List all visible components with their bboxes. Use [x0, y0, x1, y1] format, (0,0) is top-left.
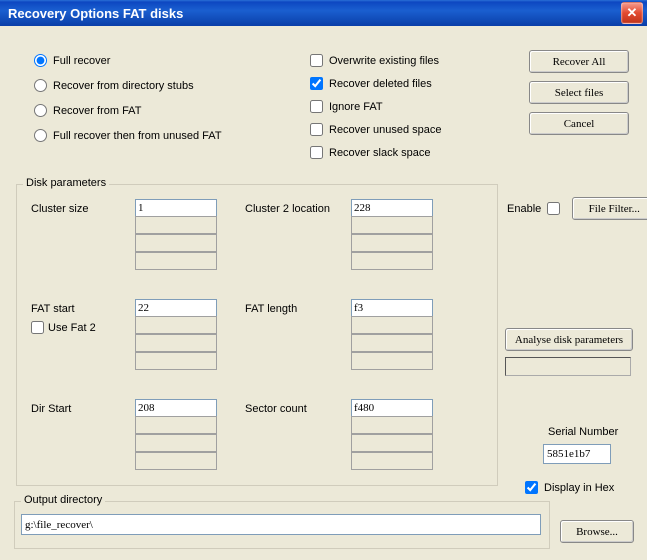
fat-start-ro-3	[135, 352, 217, 370]
close-button[interactable]: ✕	[621, 2, 643, 24]
output-directory-legend: Output directory	[21, 494, 105, 506]
check-slack-space[interactable]: Recover slack space	[310, 146, 442, 159]
radio-full-recover-input[interactable]	[34, 54, 47, 67]
check-unused-space-label: Recover unused space	[329, 124, 442, 136]
fat-start-input[interactable]	[135, 299, 217, 317]
output-directory-input[interactable]	[21, 514, 541, 535]
fat-length-ro-3	[351, 352, 433, 370]
serial-number-input[interactable]	[543, 444, 611, 464]
dir-start-stack	[135, 399, 217, 470]
fat-start-label: FAT start	[31, 303, 75, 315]
radio-full-then-unused-label: Full recover then from unused FAT	[53, 130, 222, 142]
check-overwrite-input[interactable]	[310, 54, 323, 67]
enable-row: Enable File Filter...	[507, 197, 647, 220]
sector-count-label: Sector count	[245, 403, 307, 415]
analyse-result-box	[505, 357, 631, 376]
check-slack-space-label: Recover slack space	[329, 147, 431, 159]
display-hex-input[interactable]	[525, 481, 538, 494]
fat-start-ro-1	[135, 316, 217, 334]
cluster-size-ro-2	[135, 234, 217, 252]
radio-full-then-unused[interactable]: Full recover then from unused FAT	[34, 129, 222, 142]
display-hex-label: Display in Hex	[544, 482, 614, 494]
close-icon: ✕	[627, 5, 638, 21]
sector-count-stack	[351, 399, 433, 470]
use-fat2-input[interactable]	[31, 321, 44, 334]
output-directory-fieldset: Output directory	[14, 501, 550, 549]
sector-count-input[interactable]	[351, 399, 433, 417]
fat-start-stack	[135, 299, 217, 370]
dialog-body: Full recover Recover from directory stub…	[0, 26, 647, 560]
use-fat2-check[interactable]: Use Fat 2	[31, 321, 96, 334]
select-files-button[interactable]: Select files	[529, 81, 629, 104]
cluster-size-ro-1	[135, 216, 217, 234]
titlebar: Recovery Options FAT disks ✕	[0, 0, 647, 26]
recover-all-button[interactable]: Recover All	[529, 50, 629, 73]
radio-full-recover[interactable]: Full recover	[34, 54, 222, 67]
cluster-size-input[interactable]	[135, 199, 217, 217]
use-fat2-label: Use Fat 2	[48, 322, 96, 334]
check-ignore-fat-input[interactable]	[310, 100, 323, 113]
radio-full-then-unused-input[interactable]	[34, 129, 47, 142]
check-deleted-input[interactable]	[310, 77, 323, 90]
analyse-button[interactable]: Analyse disk parameters	[505, 328, 633, 351]
browse-button[interactable]: Browse...	[560, 520, 634, 543]
check-ignore-fat[interactable]: Ignore FAT	[310, 100, 442, 113]
radio-from-fat-input[interactable]	[34, 104, 47, 117]
cancel-button[interactable]: Cancel	[529, 112, 629, 135]
cluster2-loc-stack	[351, 199, 433, 270]
dir-start-ro-1	[135, 416, 217, 434]
check-ignore-fat-label: Ignore FAT	[329, 101, 383, 113]
check-unused-space[interactable]: Recover unused space	[310, 123, 442, 136]
radio-directory-stubs[interactable]: Recover from directory stubs	[34, 79, 222, 92]
cluster2-loc-ro-3	[351, 252, 433, 270]
cluster2-loc-label: Cluster 2 location	[245, 203, 330, 215]
radio-directory-stubs-input[interactable]	[34, 79, 47, 92]
check-deleted-label: Recover deleted files	[329, 78, 432, 90]
enable-label: Enable	[507, 203, 541, 215]
fat-length-input[interactable]	[351, 299, 433, 317]
radio-full-recover-label: Full recover	[53, 55, 110, 67]
radio-from-fat-label: Recover from FAT	[53, 105, 141, 117]
cluster-size-ro-3	[135, 252, 217, 270]
dir-start-ro-2	[135, 434, 217, 452]
check-deleted[interactable]: Recover deleted files	[310, 77, 442, 90]
check-overwrite-label: Overwrite existing files	[329, 55, 439, 67]
recovery-mode-group: Full recover Recover from directory stub…	[34, 54, 222, 142]
cluster2-loc-ro-2	[351, 234, 433, 252]
check-slack-space-input[interactable]	[310, 146, 323, 159]
enable-checkbox[interactable]	[547, 202, 560, 215]
fat-start-ro-2	[135, 334, 217, 352]
fat-length-stack	[351, 299, 433, 370]
cluster2-loc-input[interactable]	[351, 199, 433, 217]
sector-count-ro-1	[351, 416, 433, 434]
disk-parameters-legend: Disk parameters	[23, 177, 109, 189]
cluster2-loc-ro-1	[351, 216, 433, 234]
dir-start-ro-3	[135, 452, 217, 470]
sector-count-ro-3	[351, 452, 433, 470]
check-unused-space-input[interactable]	[310, 123, 323, 136]
display-hex-check[interactable]: Display in Hex	[525, 481, 614, 494]
dir-start-label: Dir Start	[31, 403, 71, 415]
fat-length-ro-2	[351, 334, 433, 352]
radio-directory-stubs-label: Recover from directory stubs	[53, 80, 194, 92]
check-overwrite[interactable]: Overwrite existing files	[310, 54, 442, 67]
serial-number-label: Serial Number	[548, 426, 618, 438]
fat-length-label: FAT length	[245, 303, 297, 315]
dir-start-input[interactable]	[135, 399, 217, 417]
cluster-size-label: Cluster size	[31, 203, 88, 215]
window-title: Recovery Options FAT disks	[8, 6, 183, 21]
fat-length-ro-1	[351, 316, 433, 334]
radio-from-fat[interactable]: Recover from FAT	[34, 104, 222, 117]
sector-count-ro-2	[351, 434, 433, 452]
cluster-size-stack	[135, 199, 217, 270]
disk-parameters-fieldset: Disk parameters Cluster size Cluster 2 l…	[16, 184, 498, 486]
file-filter-button[interactable]: File Filter...	[572, 197, 647, 220]
action-buttons: Recover All Select files Cancel	[529, 50, 629, 135]
options-check-group: Overwrite existing files Recover deleted…	[310, 54, 442, 159]
